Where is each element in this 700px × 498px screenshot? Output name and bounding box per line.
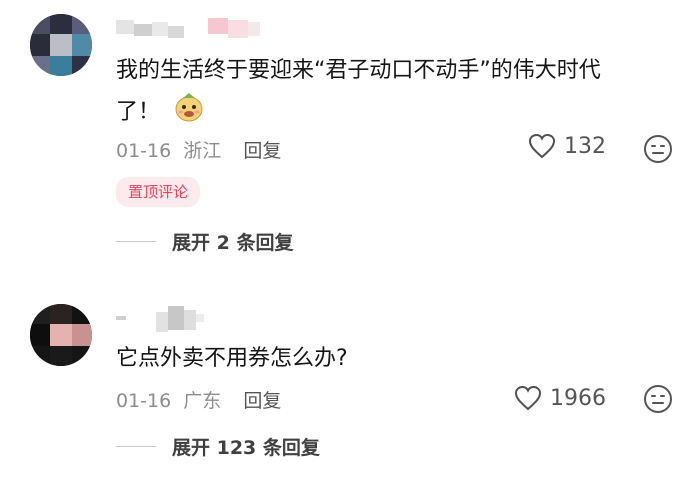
like-button[interactable]: 1966 <box>514 385 606 411</box>
expand-replies-label: 展开 2 条回复 <box>172 232 294 254</box>
like-count: 132 <box>564 133 606 159</box>
heart-icon <box>528 133 556 159</box>
comment-date: 01-16 <box>116 390 172 412</box>
neutral-face-icon <box>644 385 672 413</box>
comment-text-line: 它点外卖不用券怎么办? <box>116 346 348 371</box>
divider-line <box>116 446 156 447</box>
avatar-mosaic <box>30 14 92 76</box>
avatar[interactable] <box>30 304 92 366</box>
comment-meta: 01-16 广东 回复 <box>116 386 281 413</box>
neutral-face-icon <box>644 135 672 163</box>
pinned-comment-badge: 置顶评论 <box>116 177 201 207</box>
comment-item: 它点外卖不用券怎么办? 01-16 广东 回复 1966 展开 123 条回复 <box>0 290 700 498</box>
emoji-reaction-button[interactable] <box>643 134 673 168</box>
comment-item: 我的生活终于要迎来“君子动口不动手”的伟大时代 了！ 01-16 浙江 回复 1… <box>0 0 700 260</box>
reply-button[interactable]: 回复 <box>243 136 281 163</box>
emoji-reaction-button[interactable] <box>643 384 673 418</box>
comment-text: 它点外卖不用券怎么办? <box>116 342 348 376</box>
divider-line <box>116 241 156 242</box>
reply-button[interactable]: 回复 <box>243 386 281 413</box>
expand-replies-button[interactable]: 展开 123 条回复 <box>116 433 320 460</box>
like-count: 1966 <box>550 385 606 411</box>
heart-icon <box>514 385 542 411</box>
expand-replies-button[interactable]: 展开 2 条回复 <box>116 228 293 255</box>
avatar[interactable] <box>30 14 92 76</box>
username-blurred[interactable] <box>116 302 236 336</box>
like-button[interactable]: 132 <box>528 133 606 159</box>
comment-text-line: 了！ <box>116 99 161 125</box>
comment-text: 我的生活终于要迎来“君子动口不动手”的伟大时代 <box>116 54 601 88</box>
expand-replies-label: 展开 123 条回复 <box>172 437 320 459</box>
username-blurred[interactable] <box>116 16 266 46</box>
comment-text-line: 我的生活终于要迎来“君子动口不动手”的伟大时代 <box>116 58 601 83</box>
avatar-mosaic <box>30 304 92 366</box>
comment-meta: 01-16 浙江 回复 <box>116 136 281 163</box>
comment-location: 广东 <box>183 390 222 412</box>
comment-location: 浙江 <box>183 140 222 162</box>
comment-date: 01-16 <box>116 140 172 162</box>
comment-text: 了！ <box>116 91 205 134</box>
melon-face-emoji-icon <box>173 91 205 134</box>
